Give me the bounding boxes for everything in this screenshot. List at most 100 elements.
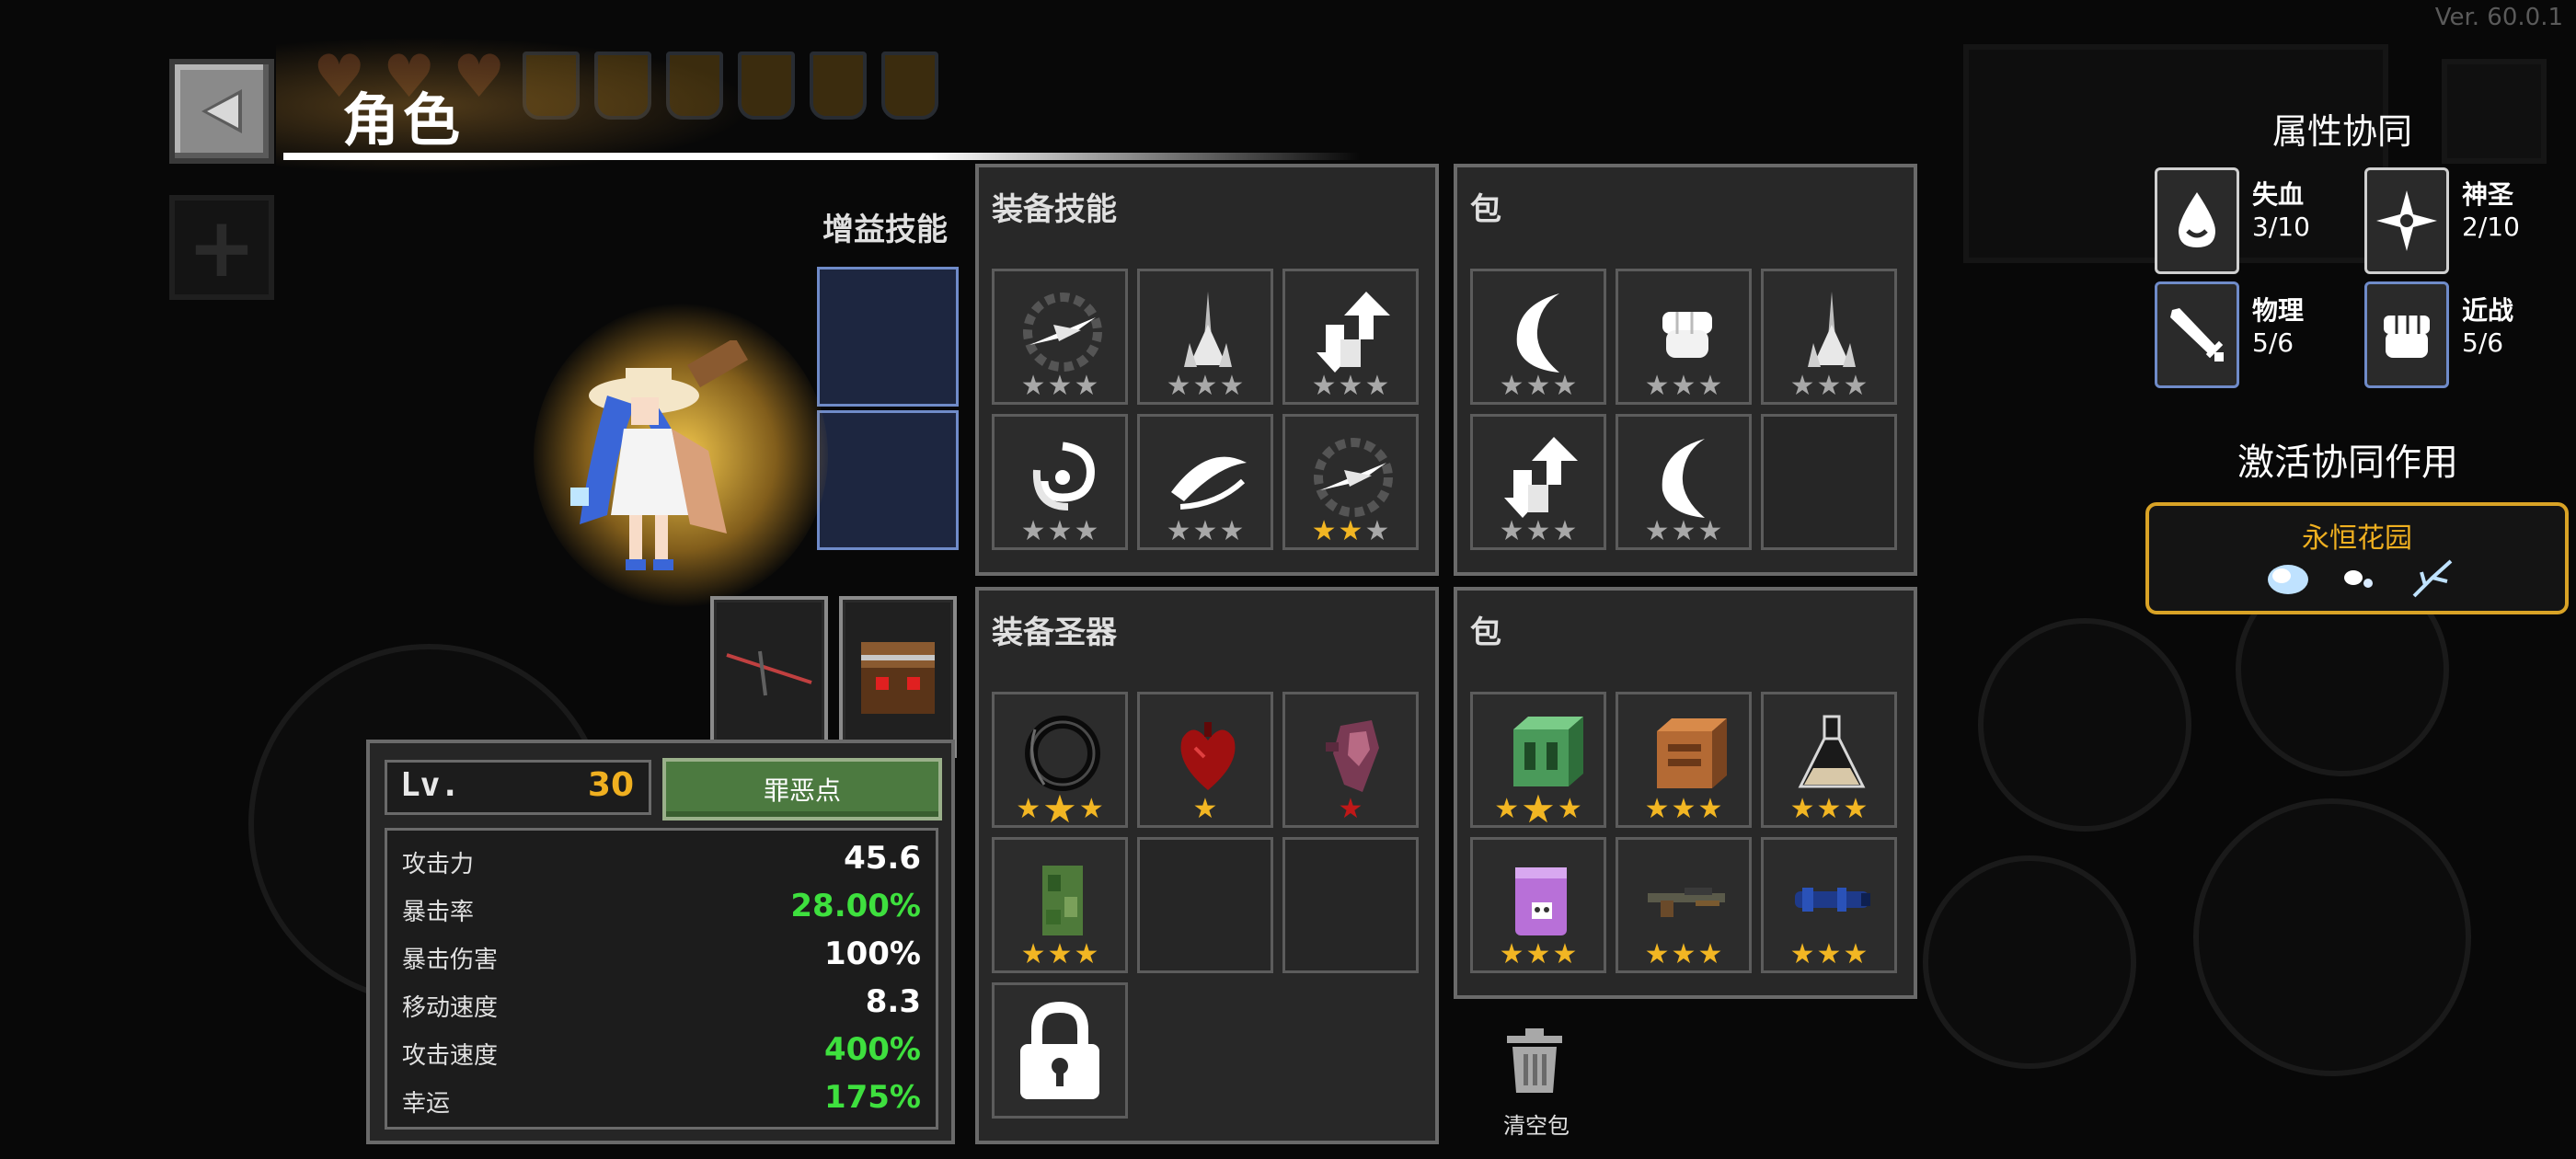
item-slot[interactable]: ★ ★ ★ [1137, 269, 1273, 405]
star-icon: ★ [1192, 370, 1218, 402]
star-icon: ★ [1843, 793, 1869, 825]
item-slot[interactable]: ★ ★ ★ [1616, 414, 1752, 550]
star-rating: ★ ★ ★ [995, 786, 1125, 832]
item-slot[interactable]: ★ ★ ★ [1282, 269, 1419, 405]
item-slot[interactable]: ★ ★ ★ [1616, 837, 1752, 973]
holy-star-icon [2376, 190, 2437, 251]
level-value: 30 [587, 766, 634, 804]
spear-burst-icon [1808, 292, 1856, 367]
heart-relic-icon [1180, 722, 1236, 790]
star-icon: ★ [1338, 793, 1363, 825]
level-label: Lv. [400, 766, 461, 804]
buff-skill-slot-2[interactable] [817, 410, 959, 550]
item-slot[interactable]: ★ ★ ★ [1137, 414, 1273, 550]
item-slot[interactable]: ★ ★ ★ [1616, 269, 1752, 405]
door-button-shadow [2193, 798, 2471, 1076]
empty-slot[interactable] [1137, 837, 1273, 973]
add-button[interactable]: + [169, 195, 274, 300]
star-icon: ★ [1552, 370, 1578, 402]
star-rating: ★ ★ ★ [995, 373, 1125, 400]
synergy-physical[interactable] [2155, 281, 2239, 388]
star-icon: ★ [1697, 370, 1723, 402]
star-icon: ★ [1020, 370, 1046, 402]
star-rating: ★ ★ ★ [995, 941, 1125, 969]
star-icon: ★ [1494, 793, 1520, 825]
petals-icon [2344, 570, 2373, 588]
star-icon: ★ [1816, 938, 1842, 970]
star-icon: ★ [1311, 515, 1337, 547]
item-slot[interactable]: ★ ★ ★ [1470, 414, 1606, 550]
star-icon: ★ [1219, 515, 1245, 547]
item-slot[interactable]: ★ ★ ★ [1761, 269, 1897, 405]
dash-button-shadow [1978, 618, 2191, 832]
synergy-physical-text: 物理 5/6 [2252, 291, 2304, 358]
star-icon: ★ [1843, 370, 1869, 402]
star-icon: ★ [1042, 786, 1077, 832]
buff-skill-slot-1[interactable] [817, 267, 959, 407]
item-slot[interactable]: ★ ★ ★ [1470, 837, 1606, 973]
sin-points-button[interactable]: 罪恶点 [662, 758, 942, 820]
star-rating: ★ ★ ★ [1140, 373, 1271, 400]
synergy-name: 近战 [2462, 295, 2514, 326]
stat-value: 8.3 [865, 983, 921, 1020]
stat-label: 幸运 [402, 1090, 451, 1118]
clear-bag-button[interactable] [1503, 1027, 1566, 1095]
synergy-bleed[interactable] [2155, 167, 2239, 274]
empty-slot[interactable] [1761, 414, 1897, 550]
active-synergy-card[interactable]: 永恒花园 [2145, 502, 2569, 614]
crescent-slash-icon [1171, 456, 1247, 510]
level-box: Lv. 30 [385, 760, 651, 815]
branch-icon [2412, 559, 2453, 598]
stat-value: 28.00% [790, 888, 921, 924]
star-icon: ★ [1816, 793, 1842, 825]
plus-icon: + [187, 199, 257, 296]
empty-slot[interactable] [1282, 837, 1419, 973]
back-button[interactable] [169, 59, 274, 164]
synergy-melee-text: 近战 5/6 [2462, 291, 2513, 358]
weapon-slot-2[interactable] [839, 596, 957, 758]
star-icon: ★ [1671, 515, 1696, 547]
item-slot[interactable]: ★ ★ ★ [992, 269, 1128, 405]
star-icon: ★ [1074, 938, 1099, 970]
item-slot[interactable]: ★ ★ ★ [1761, 692, 1897, 828]
item-slot[interactable]: ★ ★ ★ [1470, 692, 1606, 829]
star-icon: ★ [1843, 938, 1869, 970]
star-icon: ★ [1789, 793, 1815, 825]
camo-card-icon [1042, 866, 1083, 935]
lock-icon [1020, 1001, 1099, 1099]
star-icon: ★ [1644, 515, 1670, 547]
star-icon: ★ [1219, 370, 1245, 402]
star-icon: ★ [1644, 938, 1670, 970]
star-icon: ★ [1047, 938, 1073, 970]
moon-slash-icon [1662, 439, 1705, 518]
star-icon: ★ [1499, 938, 1524, 970]
stat-label: 移动速度 [402, 994, 499, 1022]
skill-bag-panel: 包 ★ ★ ★ ★ ★ ★ ★ ★ ★ ★ ★ ★ ★ ★ ★ [1454, 164, 1917, 576]
stat-row-luck: 幸运 175% [402, 1077, 921, 1121]
item-slot[interactable]: ★ ★ ★ [992, 692, 1128, 832]
weapon-slot-1[interactable] [710, 596, 828, 758]
item-slot[interactable]: ★ ★ ★ [1616, 692, 1752, 828]
synergy-melee[interactable] [2364, 281, 2449, 388]
star-rating: ★ [1285, 796, 1416, 823]
rifle-icon [1648, 888, 1725, 917]
star-icon: ★ [1192, 793, 1218, 825]
item-slot[interactable]: ★ [1282, 692, 1419, 828]
stat-value: 100% [823, 935, 921, 972]
sword-icon [2170, 308, 2224, 361]
item-slot[interactable]: ★ ★ ★ [992, 837, 1128, 973]
star-icon: ★ [1074, 515, 1099, 547]
boots-button-shadow [1923, 855, 2136, 1069]
synergy-title: 属性协同 [2272, 111, 2413, 152]
synergy-holy[interactable] [2364, 167, 2449, 274]
locked-relic-slot[interactable] [992, 982, 1128, 1119]
red-spear-icon [726, 650, 812, 696]
purple-jar-icon [1515, 867, 1567, 935]
item-slot[interactable]: ★ [1137, 692, 1273, 828]
item-slot[interactable]: ★ ★ ★ [1470, 269, 1606, 405]
item-slot[interactable]: ★ ★ ★ [1761, 837, 1897, 973]
star-icon: ★ [1816, 370, 1842, 402]
item-slot[interactable]: ★ ★ ★ [1282, 414, 1419, 550]
item-slot[interactable]: ★ ★ ★ [992, 414, 1128, 550]
equip-relics-panel: 装备圣器 ★ ★ ★ ★ ★ ★ ★ ★ [975, 587, 1439, 1144]
